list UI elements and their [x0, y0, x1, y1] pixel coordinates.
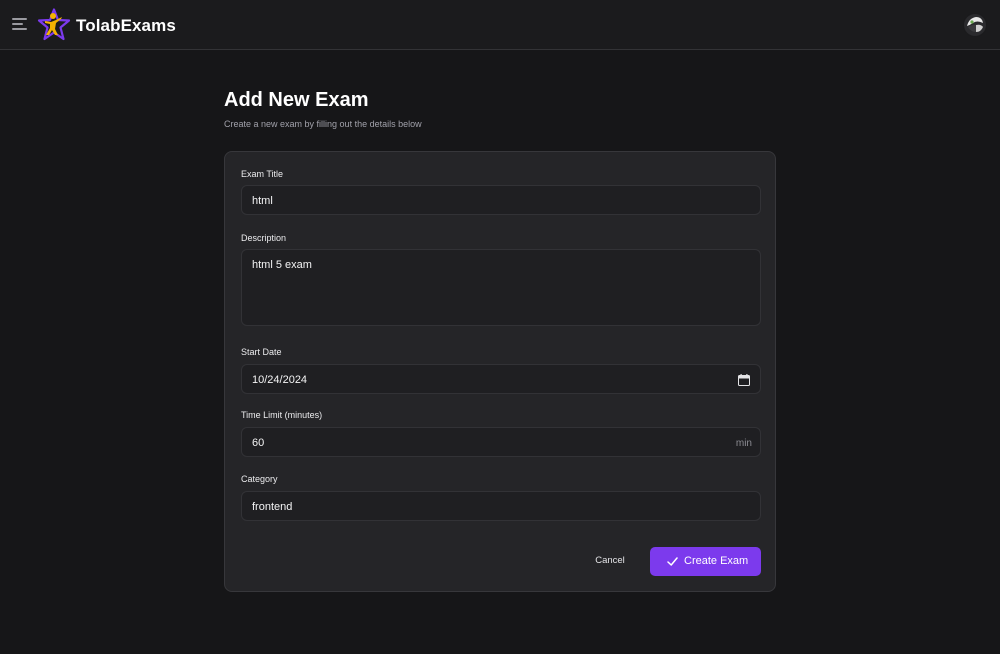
brand-name[interactable]: TolabExams	[76, 16, 176, 36]
description-value: html 5 exam	[252, 259, 312, 271]
start-date-value: 10/24/2024	[252, 374, 308, 386]
create-exam-label: Create Exam	[684, 555, 749, 567]
page-title: Add New Exam	[224, 89, 369, 111]
time-limit-value: 60	[252, 437, 265, 449]
time-limit-unit: min	[735, 438, 752, 449]
time-limit-input[interactable]: 60 min	[241, 427, 761, 457]
exam-title-input[interactable]: html	[241, 185, 761, 215]
description-label: Description	[241, 233, 287, 243]
calendar-icon[interactable]	[738, 374, 750, 386]
category-input[interactable]: frontend	[241, 491, 761, 521]
time-limit-label: Time Limit (minutes)	[241, 410, 323, 420]
category-value: frontend	[252, 501, 293, 513]
exam-title-value: html	[252, 195, 273, 207]
top-navbar: TolabExams	[0, 0, 1000, 50]
exam-form-card: Exam Title html Description html 5 exam …	[224, 151, 776, 592]
description-textarea[interactable]: html 5 exam	[241, 249, 761, 326]
star-logo-icon	[37, 8, 71, 41]
hamburger-menu-icon[interactable]	[12, 17, 28, 31]
user-avatar[interactable]	[963, 13, 987, 37]
cancel-button[interactable]: Cancel	[583, 548, 637, 574]
category-label: Category	[241, 474, 278, 484]
check-icon	[667, 557, 678, 566]
start-date-label: Start Date	[241, 347, 282, 357]
page-subtitle: Create a new exam by filling out the det…	[224, 119, 422, 129]
start-date-input[interactable]: 10/24/2024	[241, 364, 761, 394]
avatar-image-icon	[963, 13, 987, 37]
exam-title-label: Exam Title	[241, 169, 284, 179]
create-exam-button[interactable]: Create Exam	[650, 547, 761, 576]
